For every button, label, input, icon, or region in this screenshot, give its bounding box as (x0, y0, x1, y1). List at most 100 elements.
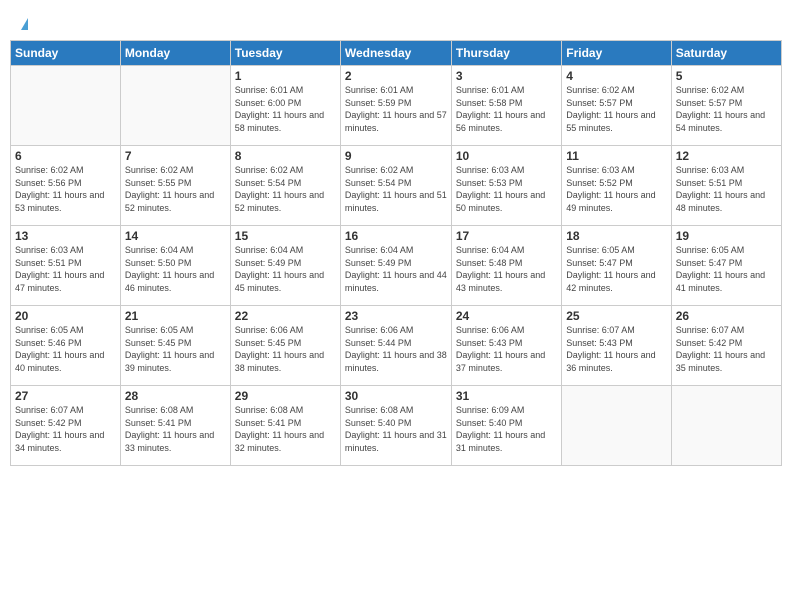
calendar-cell: 29Sunrise: 6:08 AM Sunset: 5:41 PM Dayli… (230, 386, 340, 466)
day-number: 30 (345, 389, 447, 403)
calendar-cell: 23Sunrise: 6:06 AM Sunset: 5:44 PM Dayli… (340, 306, 451, 386)
page-header (10, 10, 782, 34)
day-info: Sunrise: 6:01 AM Sunset: 6:00 PM Dayligh… (235, 84, 336, 134)
day-number: 11 (566, 149, 666, 163)
day-info: Sunrise: 6:02 AM Sunset: 5:55 PM Dayligh… (125, 164, 226, 214)
calendar-cell: 20Sunrise: 6:05 AM Sunset: 5:46 PM Dayli… (11, 306, 121, 386)
calendar-cell: 30Sunrise: 6:08 AM Sunset: 5:40 PM Dayli… (340, 386, 451, 466)
calendar-cell: 18Sunrise: 6:05 AM Sunset: 5:47 PM Dayli… (562, 226, 671, 306)
day-number: 10 (456, 149, 557, 163)
day-info: Sunrise: 6:04 AM Sunset: 5:49 PM Dayligh… (235, 244, 336, 294)
weekday-header: Tuesday (230, 41, 340, 66)
day-info: Sunrise: 6:06 AM Sunset: 5:43 PM Dayligh… (456, 324, 557, 374)
day-info: Sunrise: 6:01 AM Sunset: 5:58 PM Dayligh… (456, 84, 557, 134)
calendar-cell: 26Sunrise: 6:07 AM Sunset: 5:42 PM Dayli… (671, 306, 781, 386)
day-number: 6 (15, 149, 116, 163)
calendar-cell: 24Sunrise: 6:06 AM Sunset: 5:43 PM Dayli… (451, 306, 561, 386)
day-info: Sunrise: 6:05 AM Sunset: 5:46 PM Dayligh… (15, 324, 116, 374)
day-info: Sunrise: 6:02 AM Sunset: 5:56 PM Dayligh… (15, 164, 116, 214)
calendar-cell: 15Sunrise: 6:04 AM Sunset: 5:49 PM Dayli… (230, 226, 340, 306)
day-number: 3 (456, 69, 557, 83)
calendar-cell: 25Sunrise: 6:07 AM Sunset: 5:43 PM Dayli… (562, 306, 671, 386)
day-number: 22 (235, 309, 336, 323)
day-number: 17 (456, 229, 557, 243)
calendar-week-row: 20Sunrise: 6:05 AM Sunset: 5:46 PM Dayli… (11, 306, 782, 386)
day-info: Sunrise: 6:04 AM Sunset: 5:50 PM Dayligh… (125, 244, 226, 294)
calendar-cell: 31Sunrise: 6:09 AM Sunset: 5:40 PM Dayli… (451, 386, 561, 466)
calendar-header-row: SundayMondayTuesdayWednesdayThursdayFrid… (11, 41, 782, 66)
day-info: Sunrise: 6:02 AM Sunset: 5:57 PM Dayligh… (566, 84, 666, 134)
calendar-cell (120, 66, 230, 146)
day-number: 15 (235, 229, 336, 243)
logo-triangle-icon (21, 18, 28, 30)
day-number: 19 (676, 229, 777, 243)
day-info: Sunrise: 6:03 AM Sunset: 5:51 PM Dayligh… (15, 244, 116, 294)
day-number: 26 (676, 309, 777, 323)
day-number: 2 (345, 69, 447, 83)
day-number: 28 (125, 389, 226, 403)
day-number: 16 (345, 229, 447, 243)
calendar-cell: 11Sunrise: 6:03 AM Sunset: 5:52 PM Dayli… (562, 146, 671, 226)
calendar-cell: 9Sunrise: 6:02 AM Sunset: 5:54 PM Daylig… (340, 146, 451, 226)
day-number: 23 (345, 309, 447, 323)
day-number: 29 (235, 389, 336, 403)
day-info: Sunrise: 6:06 AM Sunset: 5:44 PM Dayligh… (345, 324, 447, 374)
calendar-week-row: 6Sunrise: 6:02 AM Sunset: 5:56 PM Daylig… (11, 146, 782, 226)
day-number: 20 (15, 309, 116, 323)
day-number: 9 (345, 149, 447, 163)
calendar-week-row: 27Sunrise: 6:07 AM Sunset: 5:42 PM Dayli… (11, 386, 782, 466)
day-info: Sunrise: 6:02 AM Sunset: 5:54 PM Dayligh… (235, 164, 336, 214)
calendar-cell: 4Sunrise: 6:02 AM Sunset: 5:57 PM Daylig… (562, 66, 671, 146)
calendar-cell: 10Sunrise: 6:03 AM Sunset: 5:53 PM Dayli… (451, 146, 561, 226)
day-info: Sunrise: 6:08 AM Sunset: 5:41 PM Dayligh… (235, 404, 336, 454)
weekday-header: Saturday (671, 41, 781, 66)
calendar-cell: 16Sunrise: 6:04 AM Sunset: 5:49 PM Dayli… (340, 226, 451, 306)
day-info: Sunrise: 6:07 AM Sunset: 5:42 PM Dayligh… (676, 324, 777, 374)
calendar-cell: 1Sunrise: 6:01 AM Sunset: 6:00 PM Daylig… (230, 66, 340, 146)
day-number: 1 (235, 69, 336, 83)
day-number: 7 (125, 149, 226, 163)
day-info: Sunrise: 6:02 AM Sunset: 5:57 PM Dayligh… (676, 84, 777, 134)
day-info: Sunrise: 6:03 AM Sunset: 5:53 PM Dayligh… (456, 164, 557, 214)
calendar-cell: 17Sunrise: 6:04 AM Sunset: 5:48 PM Dayli… (451, 226, 561, 306)
day-info: Sunrise: 6:08 AM Sunset: 5:41 PM Dayligh… (125, 404, 226, 454)
day-info: Sunrise: 6:03 AM Sunset: 5:52 PM Dayligh… (566, 164, 666, 214)
day-info: Sunrise: 6:04 AM Sunset: 5:49 PM Dayligh… (345, 244, 447, 294)
day-number: 31 (456, 389, 557, 403)
day-number: 5 (676, 69, 777, 83)
calendar-cell (671, 386, 781, 466)
weekday-header: Thursday (451, 41, 561, 66)
day-info: Sunrise: 6:05 AM Sunset: 5:47 PM Dayligh… (566, 244, 666, 294)
day-number: 12 (676, 149, 777, 163)
weekday-header: Friday (562, 41, 671, 66)
day-number: 24 (456, 309, 557, 323)
day-info: Sunrise: 6:08 AM Sunset: 5:40 PM Dayligh… (345, 404, 447, 454)
calendar-cell (11, 66, 121, 146)
calendar-cell: 8Sunrise: 6:02 AM Sunset: 5:54 PM Daylig… (230, 146, 340, 226)
day-info: Sunrise: 6:09 AM Sunset: 5:40 PM Dayligh… (456, 404, 557, 454)
calendar-cell: 5Sunrise: 6:02 AM Sunset: 5:57 PM Daylig… (671, 66, 781, 146)
calendar-cell: 12Sunrise: 6:03 AM Sunset: 5:51 PM Dayli… (671, 146, 781, 226)
day-info: Sunrise: 6:03 AM Sunset: 5:51 PM Dayligh… (676, 164, 777, 214)
calendar-cell: 13Sunrise: 6:03 AM Sunset: 5:51 PM Dayli… (11, 226, 121, 306)
day-number: 18 (566, 229, 666, 243)
calendar-cell: 27Sunrise: 6:07 AM Sunset: 5:42 PM Dayli… (11, 386, 121, 466)
day-info: Sunrise: 6:04 AM Sunset: 5:48 PM Dayligh… (456, 244, 557, 294)
day-info: Sunrise: 6:05 AM Sunset: 5:47 PM Dayligh… (676, 244, 777, 294)
day-info: Sunrise: 6:07 AM Sunset: 5:42 PM Dayligh… (15, 404, 116, 454)
calendar-week-row: 13Sunrise: 6:03 AM Sunset: 5:51 PM Dayli… (11, 226, 782, 306)
day-number: 27 (15, 389, 116, 403)
calendar-week-row: 1Sunrise: 6:01 AM Sunset: 6:00 PM Daylig… (11, 66, 782, 146)
calendar-table: SundayMondayTuesdayWednesdayThursdayFrid… (10, 40, 782, 466)
day-number: 25 (566, 309, 666, 323)
weekday-header: Wednesday (340, 41, 451, 66)
day-info: Sunrise: 6:02 AM Sunset: 5:54 PM Dayligh… (345, 164, 447, 214)
calendar-cell: 3Sunrise: 6:01 AM Sunset: 5:58 PM Daylig… (451, 66, 561, 146)
weekday-header: Monday (120, 41, 230, 66)
calendar-cell: 7Sunrise: 6:02 AM Sunset: 5:55 PM Daylig… (120, 146, 230, 226)
calendar-cell (562, 386, 671, 466)
calendar-cell: 21Sunrise: 6:05 AM Sunset: 5:45 PM Dayli… (120, 306, 230, 386)
day-number: 14 (125, 229, 226, 243)
weekday-header: Sunday (11, 41, 121, 66)
calendar-cell: 19Sunrise: 6:05 AM Sunset: 5:47 PM Dayli… (671, 226, 781, 306)
